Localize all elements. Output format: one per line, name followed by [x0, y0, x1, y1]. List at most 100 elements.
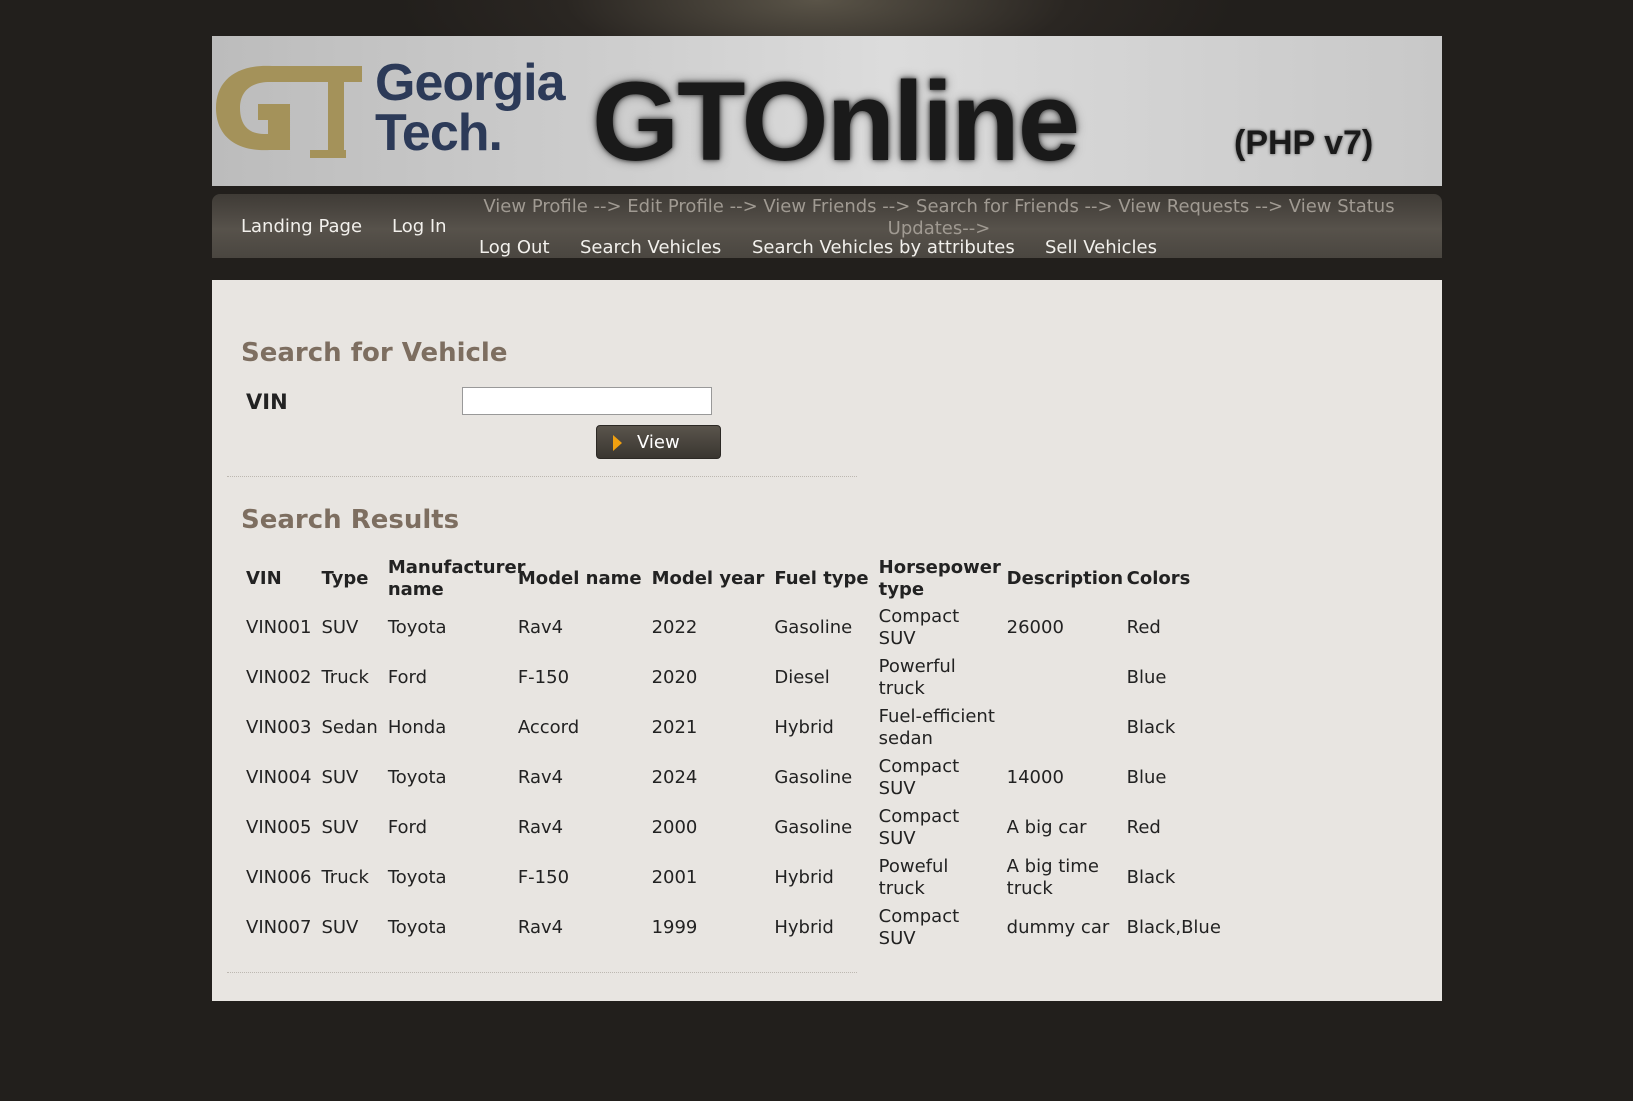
table-cell: 2001: [651, 867, 698, 888]
vin-input[interactable]: [462, 387, 712, 415]
table-body: VIN001 SUV Toyota Rav4 2022 Gasoline Compact S…: [242, 603, 1227, 953]
nav-search-vehicles-link[interactable]: Search Vehicles: [580, 237, 721, 258]
table-cell: Ford: [387, 817, 428, 838]
table-cell: [1003, 703, 1123, 753]
results-section-title: Search Results: [241, 505, 460, 535]
table-cell: 2021: [651, 717, 698, 738]
table-cell: Rav4: [517, 767, 564, 788]
table-cell: Black: [1126, 717, 1176, 738]
vin-label: VIN: [246, 390, 288, 414]
column-header: Colors: [1126, 568, 1191, 589]
table-cell: VIN005: [246, 817, 312, 838]
table-cell: Gasoline: [774, 767, 853, 788]
table-cell: VIN002: [246, 667, 312, 688]
table-cell: Blue: [1126, 667, 1167, 688]
table-cell: 1999: [651, 917, 698, 938]
page-wrapper: Georgia Tech. GTOnline (PHP v7) Landing …: [212, 36, 1442, 1001]
gt-logo-icon: [216, 65, 362, 158]
view-button[interactable]: View: [596, 425, 721, 459]
table-cell: Black: [1126, 867, 1176, 888]
table-cell: Rav4: [517, 917, 564, 938]
divider: [227, 972, 857, 973]
table-cell: Gasoline: [774, 617, 853, 638]
table-cell: Blue: [1126, 767, 1167, 788]
table-cell: Rav4: [517, 817, 564, 838]
table-row: VIN001 SUV Toyota Rav4 2022 Gasoline Compact S…: [242, 603, 1227, 653]
table-cell: F-150: [517, 667, 570, 688]
column-header: Description: [1006, 568, 1124, 589]
table-row: VIN002 Truck Ford F-150 2020 Diesel Powerful t…: [242, 653, 1227, 703]
georgia-tech-wordmark: Georgia Tech.: [375, 54, 565, 162]
table-cell: 2000: [651, 817, 698, 838]
column-header: Horsepower type: [878, 557, 1001, 600]
table-cell: Fuel-efficient sedan: [878, 706, 995, 749]
table-row: VIN006 Truck Toyota F-150 2001 Hybrid Poweful …: [242, 853, 1227, 903]
table-cell: SUV: [321, 817, 359, 838]
app-title: GTOnline: [592, 59, 1080, 184]
table-cell: Honda: [387, 717, 447, 738]
table-row: VIN003 Sedan Honda Accord 2021 Hybrid Fuel-eff…: [242, 703, 1227, 753]
table-row: VIN004 SUV Toyota Rav4 2024 Gasoline Compact S…: [242, 753, 1227, 803]
table-cell: VIN003: [246, 717, 312, 738]
nav-search-by-attributes-link[interactable]: Search Vehicles by attributes: [752, 237, 1015, 258]
table-cell: Compact SUV: [878, 906, 960, 949]
table-cell: [1003, 653, 1123, 703]
column-header: Type: [321, 568, 369, 589]
table-cell: Red: [1126, 617, 1161, 638]
table-cell: F-150: [517, 867, 570, 888]
column-header: VIN: [246, 568, 282, 589]
search-section-title: Search for Vehicle: [241, 338, 508, 368]
table-cell: Compact SUV: [878, 756, 960, 799]
table-cell: Ford: [387, 667, 428, 688]
table-cell: dummy car: [1006, 917, 1110, 938]
nav-flow-text: View Profile --> Edit Profile --> View F…: [483, 196, 1395, 239]
wordmark-line-2: Tech.: [375, 104, 503, 162]
table-cell: Toyota: [387, 617, 447, 638]
table-cell: 2020: [651, 667, 698, 688]
column-header: Model year: [651, 568, 765, 589]
nav-bar: Landing Page Log In View Profile --> Edi…: [212, 194, 1442, 258]
table-header-row: VIN Type Manufacturer name Model name Model …: [242, 555, 1227, 603]
table-cell: Toyota: [387, 867, 447, 888]
table-cell: SUV: [321, 917, 359, 938]
view-button-label: View: [637, 431, 680, 453]
table-cell: Accord: [517, 717, 580, 738]
table-cell: Truck: [321, 867, 369, 888]
table-cell: Toyota: [387, 767, 447, 788]
table-cell: 2024: [651, 767, 698, 788]
header-banner: Georgia Tech. GTOnline (PHP v7): [212, 36, 1442, 186]
table-cell: VIN006: [246, 867, 312, 888]
divider: [227, 476, 857, 477]
table-cell: 26000: [1006, 617, 1064, 638]
table-cell: Hybrid: [774, 717, 834, 738]
table-cell: SUV: [321, 617, 359, 638]
table-cell: Red: [1126, 817, 1161, 838]
table-cell: VIN004: [246, 767, 312, 788]
table-row: VIN007 SUV Toyota Rav4 1999 Hybrid Compact SUV…: [242, 903, 1227, 953]
wordmark-line-1: Georgia: [375, 54, 565, 112]
content-panel: Search for Vehicle VIN View Search Resul…: [212, 280, 1442, 1001]
table-cell: Black,Blue: [1126, 917, 1221, 938]
table-cell: Truck: [321, 667, 369, 688]
table-cell: VIN007: [246, 917, 312, 938]
table-cell: Rav4: [517, 617, 564, 638]
table-cell: 14000: [1006, 767, 1064, 788]
column-header: Fuel type: [774, 568, 869, 589]
table-cell: VIN001: [246, 617, 312, 638]
play-arrow-icon: [613, 435, 622, 451]
table-cell: 2022: [651, 617, 698, 638]
column-header: Model name: [517, 568, 642, 589]
table-cell: SUV: [321, 767, 359, 788]
nav-landing-page-link[interactable]: Landing Page: [241, 216, 362, 237]
version-label: (PHP v7): [1234, 124, 1374, 162]
table-cell: A big car: [1006, 817, 1087, 838]
nav-log-in-link[interactable]: Log In: [392, 216, 447, 237]
table-cell: Diesel: [774, 667, 830, 688]
table-cell: Hybrid: [774, 917, 834, 938]
nav-sell-vehicles-link[interactable]: Sell Vehicles: [1045, 237, 1157, 258]
table-row: VIN005 SUV Ford Rav4 2000 Gasoline Compact SUV…: [242, 803, 1227, 853]
table-cell: Powerful truck: [878, 656, 956, 699]
table-cell: Compact SUV: [878, 606, 960, 649]
nav-log-out-link[interactable]: Log Out: [479, 237, 550, 258]
results-table: VIN Type Manufacturer name Model name Model …: [242, 555, 1227, 953]
